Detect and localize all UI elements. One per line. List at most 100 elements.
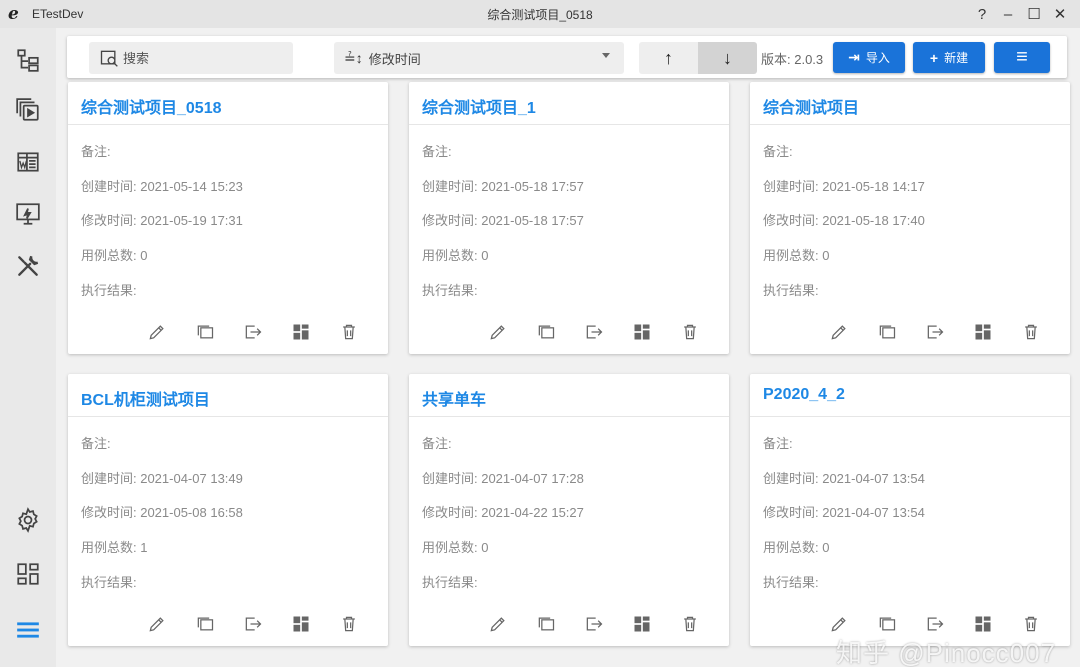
- media-icon: [16, 98, 39, 121]
- dashboard-icon: [975, 616, 991, 632]
- delete-button[interactable]: [678, 612, 702, 636]
- project-card[interactable]: BCL机柜测试项目 备注: 创建时间: 2021-04-07 13:49 修改时间: …: [68, 374, 388, 646]
- project-title[interactable]: 综合测试项目_0518: [81, 94, 222, 118]
- project-result: 执行结果:: [422, 575, 478, 590]
- list-icon: [17, 622, 39, 638]
- export-button[interactable]: [582, 612, 606, 636]
- project-case-count: 用例总数: 0: [763, 540, 830, 555]
- export-icon: [245, 325, 262, 339]
- sidebar-item-project-tree[interactable]: [12, 44, 44, 76]
- edit-button[interactable]: [827, 320, 851, 344]
- project-title[interactable]: 综合测试项目_1: [422, 94, 536, 118]
- edit-icon: [490, 325, 505, 340]
- dashboard-button[interactable]: [289, 320, 313, 344]
- project-created: 创建时间: 2021-04-07 13:49: [81, 471, 243, 486]
- project-title[interactable]: BCL机柜测试项目: [81, 386, 210, 410]
- sidebar-item-document[interactable]: [12, 146, 44, 178]
- card-divider: [409, 124, 729, 125]
- project-card[interactable]: 综合测试项目_1 备注: 创建时间: 2021-05-18 17:57 修改时间: 2…: [409, 82, 729, 354]
- dashboard-button[interactable]: [630, 320, 654, 344]
- edit-button[interactable]: [145, 320, 169, 344]
- edit-button[interactable]: [145, 612, 169, 636]
- search-box[interactable]: [89, 42, 293, 74]
- copy-icon: [879, 325, 896, 339]
- project-modified: 修改时间: 2021-04-07 13:54: [763, 505, 925, 520]
- new-button[interactable]: + 新建: [913, 42, 985, 73]
- maximize-button[interactable]: ☐: [1024, 4, 1044, 24]
- copy-button[interactable]: [193, 320, 217, 344]
- monitor-icon: [16, 203, 40, 225]
- project-created: 创建时间: 2021-05-18 14:17: [763, 179, 925, 194]
- card-divider: [750, 416, 1070, 417]
- sidebar: [0, 28, 56, 667]
- gear-icon: [18, 507, 38, 533]
- sort-descending-button[interactable]: ↓: [698, 42, 757, 74]
- project-card[interactable]: 共享单车 备注: 创建时间: 2021-04-07 17:28 修改时间: 2021-…: [409, 374, 729, 646]
- edit-button[interactable]: [486, 612, 510, 636]
- project-created: 创建时间: 2021-05-14 15:23: [81, 179, 243, 194]
- card-divider: [68, 124, 388, 125]
- copy-icon: [538, 617, 555, 631]
- copy-button[interactable]: [875, 320, 899, 344]
- sort-ascending-button[interactable]: ↑: [639, 42, 698, 74]
- dashboard-icon: [634, 324, 650, 340]
- sidebar-item-list[interactable]: [12, 614, 44, 646]
- delete-button[interactable]: [337, 612, 361, 636]
- sidebar-item-media[interactable]: [12, 94, 44, 126]
- new-label: 新建: [944, 51, 969, 65]
- sidebar-item-settings[interactable]: [12, 504, 44, 536]
- edit-icon: [149, 325, 164, 340]
- project-title[interactable]: P2020_4_2: [763, 386, 845, 404]
- copy-button[interactable]: [534, 612, 558, 636]
- version-label: 版本: 2.0.3: [761, 52, 824, 67]
- menu-icon: ≡: [1016, 46, 1028, 68]
- project-title[interactable]: 综合测试项目: [763, 94, 859, 118]
- project-modified: 修改时间: 2021-04-22 15:27: [422, 505, 584, 520]
- edit-icon: [490, 617, 505, 632]
- copy-button[interactable]: [534, 320, 558, 344]
- project-result: 执行结果:: [763, 575, 819, 590]
- edit-button[interactable]: [486, 320, 510, 344]
- delete-button[interactable]: [678, 320, 702, 344]
- export-button[interactable]: [241, 612, 265, 636]
- menu-button[interactable]: ≡: [994, 42, 1050, 73]
- document-icon: [17, 152, 39, 172]
- edit-icon: [831, 617, 846, 632]
- import-button[interactable]: ⇥ 导入: [833, 42, 905, 73]
- delete-button[interactable]: [337, 320, 361, 344]
- project-result: 执行结果:: [81, 283, 137, 298]
- project-result: 执行结果:: [763, 283, 819, 298]
- project-card[interactable]: P2020_4_2 备注: 创建时间: 2021-04-07 13:54 修改时间: …: [750, 374, 1070, 646]
- dashboard-button[interactable]: [630, 612, 654, 636]
- watermark: 知乎 @Pinocc007: [836, 638, 1057, 667]
- export-icon: [586, 325, 603, 339]
- project-case-count: 用例总数: 1: [81, 540, 148, 555]
- export-button[interactable]: [923, 320, 947, 344]
- help-button[interactable]: ?: [972, 4, 992, 24]
- search-input[interactable]: [123, 50, 283, 66]
- project-card[interactable]: 综合测试项目_0518 备注: 创建时间: 2021-05-14 15:23 修改时间…: [68, 82, 388, 354]
- dashboard-button[interactable]: [289, 612, 313, 636]
- import-icon: ⇥: [848, 49, 860, 65]
- dashboard-button[interactable]: [971, 320, 995, 344]
- sidebar-item-tools[interactable]: [12, 250, 44, 282]
- delete-icon: [343, 616, 355, 632]
- dashboard-icon: [293, 616, 309, 632]
- edit-icon: [149, 617, 164, 632]
- delete-button[interactable]: [1019, 320, 1043, 344]
- plus-icon: +: [929, 49, 939, 66]
- export-button[interactable]: [582, 320, 606, 344]
- main-area: ≟↕ 修改时间 ↑ ↓ 版本: 2.0.3 ⇥ 导入 + 新建 ≡ 综合测试项目…: [56, 28, 1080, 667]
- project-card[interactable]: 综合测试项目 备注: 创建时间: 2021-05-18 14:17 修改时间: 202…: [750, 82, 1070, 354]
- export-button[interactable]: [241, 320, 265, 344]
- tools-icon: [18, 255, 39, 276]
- project-modified: 修改时间: 2021-05-18 17:40: [763, 213, 925, 228]
- sidebar-item-monitor[interactable]: [12, 198, 44, 230]
- copy-button[interactable]: [193, 612, 217, 636]
- sidebar-item-dashboard[interactable]: [12, 558, 44, 590]
- sort-select[interactable]: ≟↕ 修改时间: [334, 42, 624, 74]
- export-icon: [927, 325, 944, 339]
- minimize-button[interactable]: –: [998, 4, 1018, 24]
- project-title[interactable]: 共享单车: [422, 386, 486, 410]
- close-button[interactable]: ✕: [1050, 4, 1070, 24]
